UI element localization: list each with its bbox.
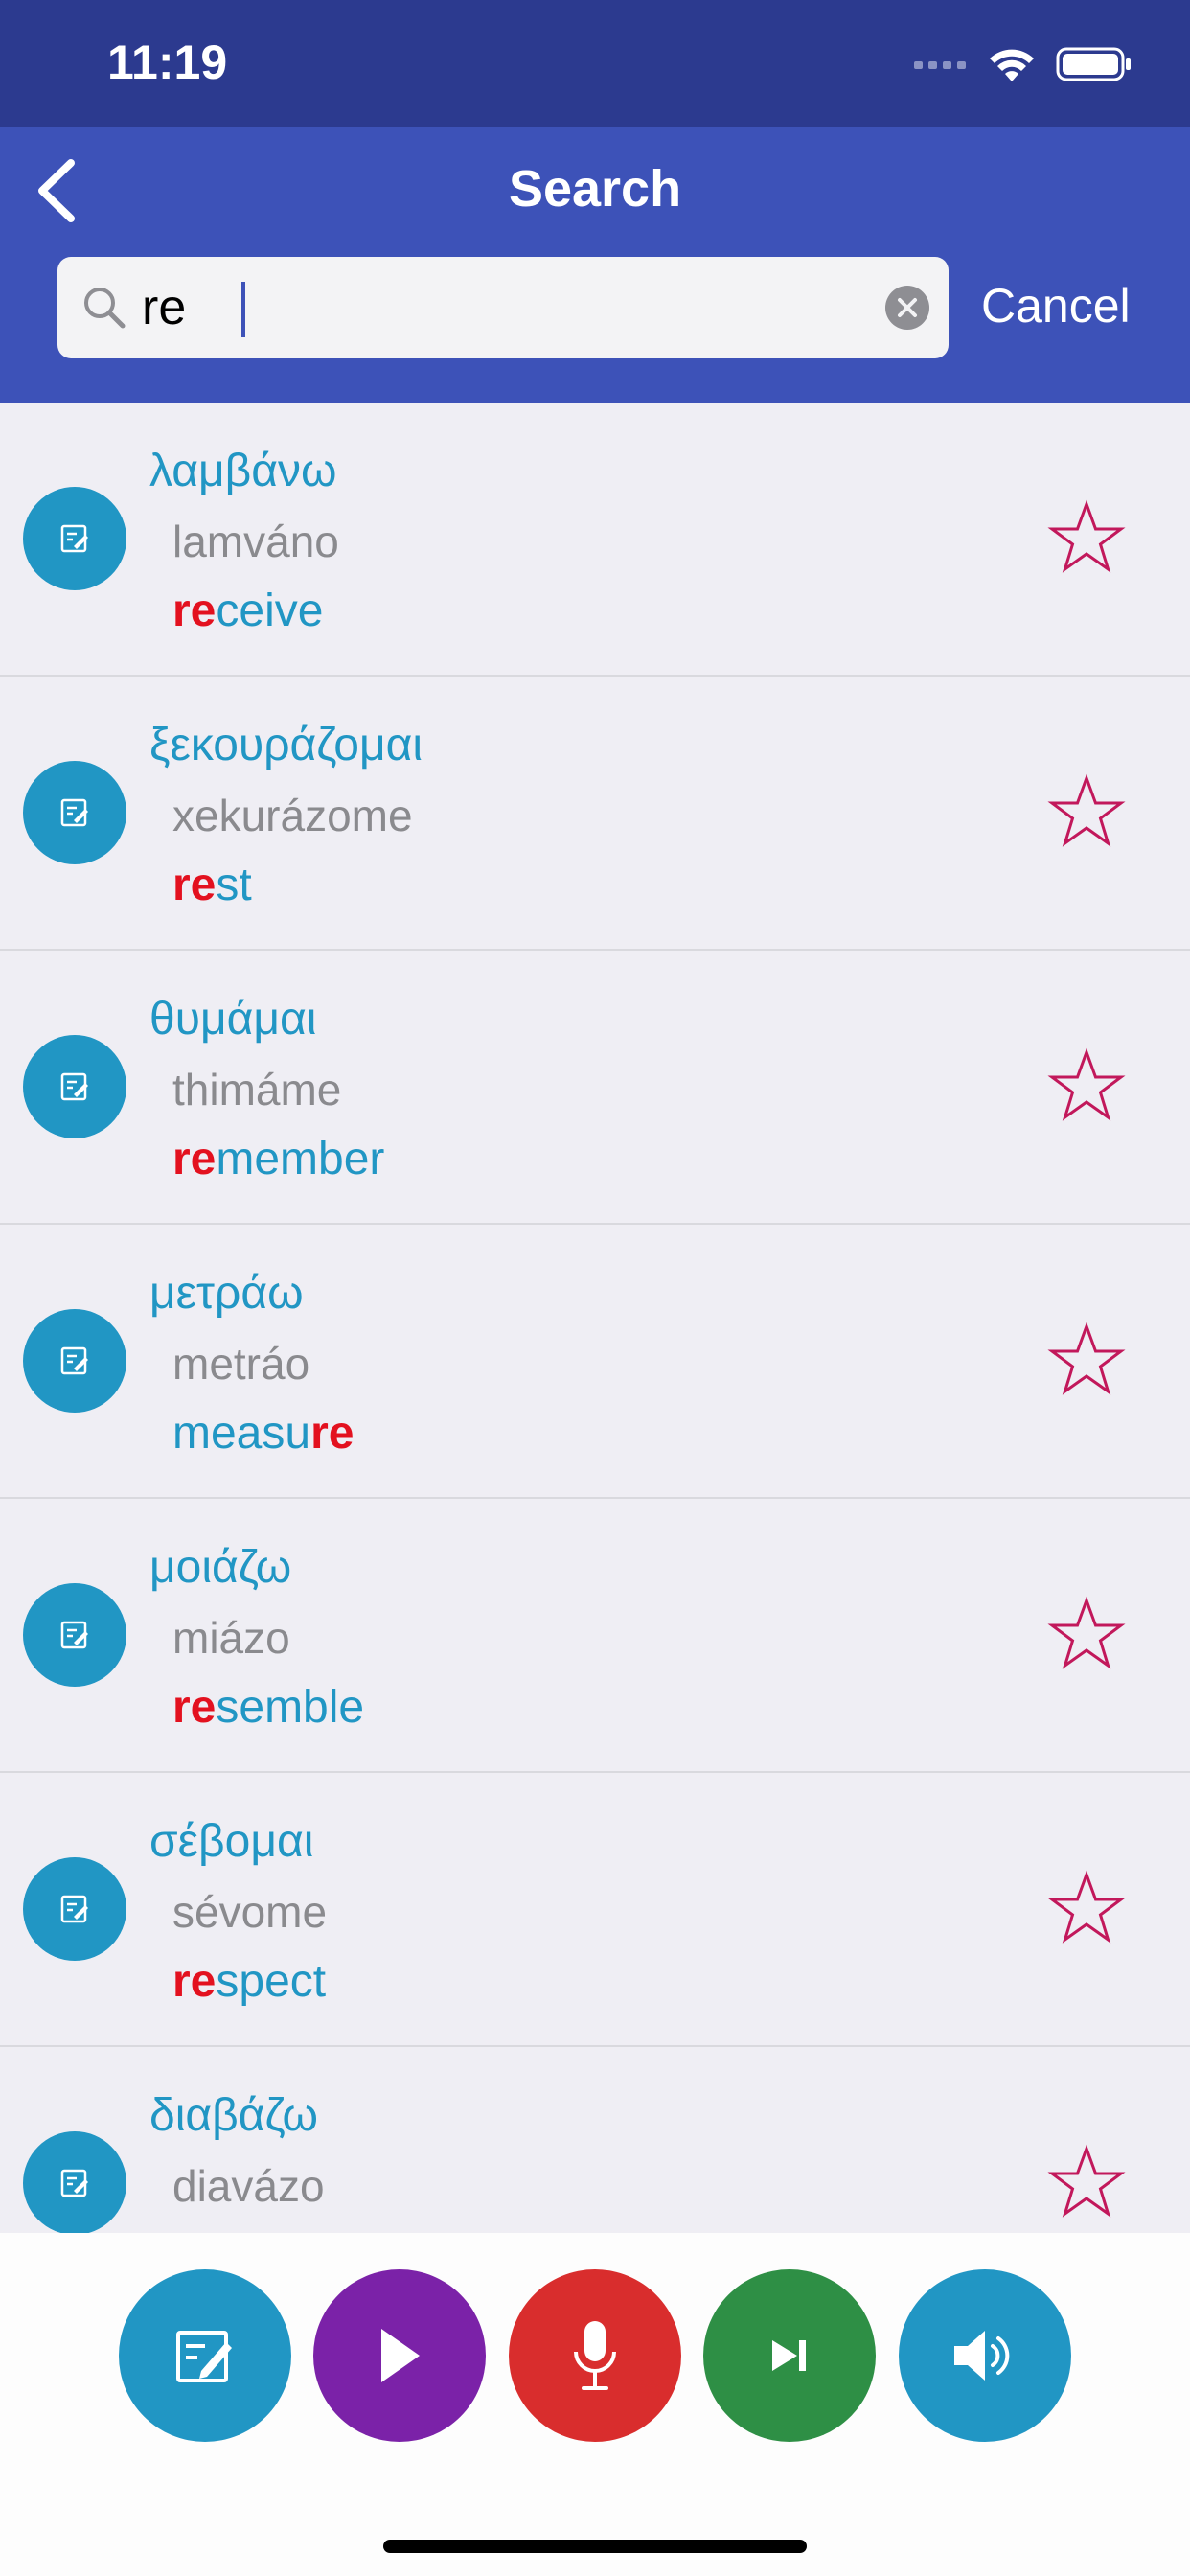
- result-list[interactable]: λαμβάνω lamváno receive ξεκουράζομαι xek…: [0, 402, 1190, 2233]
- wifi-icon: [990, 49, 1034, 81]
- transliteration: metráo: [172, 1339, 310, 1389]
- greek-word: διαβάζω: [149, 2090, 318, 2141]
- translation-text: st: [216, 860, 252, 910]
- star-icon: [1047, 499, 1126, 573]
- edit-note-icon: [60, 1346, 88, 1375]
- translation-text: member: [216, 1134, 385, 1184]
- flashcard-button[interactable]: [23, 487, 126, 590]
- edit-note-icon: [60, 2169, 88, 2197]
- edit-note-icon: [60, 1621, 88, 1649]
- star-icon: [1047, 1322, 1126, 1395]
- english-translation: measure: [172, 1407, 354, 1460]
- match-highlight: re: [310, 1408, 355, 1459]
- match-highlight: re: [172, 1682, 217, 1733]
- cellular-signal-icon: [914, 61, 966, 69]
- english-translation: rest: [172, 859, 252, 911]
- translation-text: spect: [216, 1956, 327, 2007]
- english-translation: remember: [172, 1133, 384, 1185]
- nav-header: Search Cancel: [0, 126, 1190, 402]
- translation-text: semble: [216, 1682, 365, 1733]
- star-icon: [1047, 1596, 1126, 1669]
- transliteration: xekurázome: [172, 791, 413, 840]
- edit-note-icon: [176, 2331, 232, 2382]
- list-item[interactable]: ξεκουράζομαι xekurázome rest: [0, 677, 1190, 951]
- microphone-icon: [574, 2321, 616, 2390]
- match-highlight: re: [172, 1956, 217, 2007]
- flashcard-button[interactable]: [23, 2131, 126, 2233]
- status-time: 11:19: [107, 35, 228, 89]
- list-item[interactable]: σέβομαι sévome respect: [0, 1773, 1190, 2047]
- greek-word: λαμβάνω: [149, 446, 337, 496]
- translation-text: ceive: [216, 586, 324, 636]
- transliteration: lamváno: [172, 517, 339, 566]
- star-icon: [1047, 1870, 1126, 1944]
- status-icons: [914, 42, 1133, 86]
- english-translation: resemble: [172, 1681, 364, 1734]
- search-icon: [84, 288, 126, 329]
- english-translation: receive: [172, 585, 323, 637]
- match-highlight: re: [172, 586, 217, 636]
- edit-note-icon: [60, 524, 88, 553]
- transliteration: miázo: [172, 1613, 290, 1663]
- edit-note-icon: [60, 1895, 88, 1923]
- search-bar[interactable]: [57, 257, 949, 358]
- cancel-button[interactable]: Cancel: [981, 278, 1131, 334]
- list-item[interactable]: λαμβάνω lamváno receive: [0, 402, 1190, 677]
- speaker-icon: [954, 2331, 1010, 2380]
- bottom-toolbar: [0, 2233, 1190, 2576]
- greek-word: ξεκουράζομαι: [149, 720, 423, 770]
- favorite-button[interactable]: [1046, 1595, 1127, 1671]
- speaker-button[interactable]: [899, 2269, 1071, 2442]
- favorite-button[interactable]: [1046, 1321, 1127, 1397]
- star-icon: [1047, 773, 1126, 847]
- status-bar: 11:19: [0, 0, 1190, 126]
- play-button[interactable]: [313, 2269, 486, 2442]
- flashcard-button[interactable]: [23, 1309, 126, 1413]
- favorite-button[interactable]: [1046, 498, 1127, 575]
- next-button[interactable]: [703, 2269, 876, 2442]
- favorite-button[interactable]: [1046, 1046, 1127, 1123]
- flashcards-button[interactable]: [119, 2269, 291, 2442]
- list-item[interactable]: θυμάμαι thimáme remember: [0, 951, 1190, 1225]
- skip-next-icon: [772, 2340, 806, 2371]
- english-translation: respect: [172, 1955, 326, 2008]
- favorite-button[interactable]: [1046, 772, 1127, 849]
- home-indicator: [383, 2540, 807, 2553]
- star-icon: [1047, 2144, 1126, 2218]
- text-cursor: [241, 282, 245, 337]
- transliteration: thimáme: [172, 1065, 342, 1115]
- record-button[interactable]: [509, 2269, 681, 2442]
- search-input[interactable]: [142, 270, 870, 345]
- greek-word: σέβομαι: [149, 1816, 314, 1867]
- clear-icon: [898, 298, 917, 317]
- transliteration: diavázo: [172, 2161, 325, 2211]
- flashcard-button[interactable]: [23, 761, 126, 864]
- clear-search-button[interactable]: [885, 286, 929, 330]
- flashcard-button[interactable]: [23, 1857, 126, 1961]
- edit-note-icon: [60, 798, 88, 827]
- match-highlight: re: [172, 860, 217, 910]
- translation-text: measu: [172, 1408, 311, 1459]
- edit-note-icon: [60, 1072, 88, 1101]
- favorite-button[interactable]: [1046, 2143, 1127, 2220]
- page-title: Search: [508, 160, 682, 218]
- battery-icon: [1056, 47, 1131, 81]
- match-highlight: re: [172, 1134, 217, 1184]
- greek-word: θυμάμαι: [149, 994, 317, 1045]
- list-item[interactable]: διαβάζω diavázo: [0, 2047, 1190, 2233]
- list-item[interactable]: μοιάζω miázo resemble: [0, 1499, 1190, 1773]
- greek-word: μετράω: [149, 1268, 304, 1319]
- favorite-button[interactable]: [1046, 1869, 1127, 1945]
- list-item[interactable]: μετράω metráo measure: [0, 1225, 1190, 1499]
- star-icon: [1047, 1047, 1126, 1121]
- play-icon: [381, 2329, 420, 2382]
- flashcard-button[interactable]: [23, 1035, 126, 1138]
- greek-word: μοιάζω: [149, 1542, 292, 1593]
- transliteration: sévome: [172, 1887, 328, 1937]
- flashcard-button[interactable]: [23, 1583, 126, 1687]
